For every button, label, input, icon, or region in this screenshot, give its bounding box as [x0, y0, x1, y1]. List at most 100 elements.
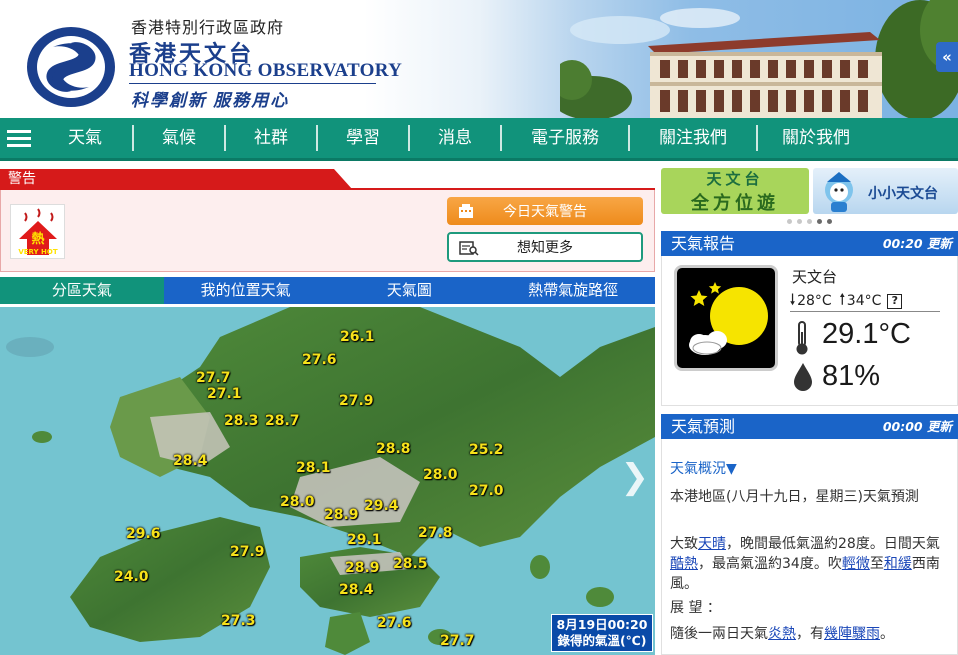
title-divider	[129, 83, 376, 84]
temp-reading[interactable]: 25.2	[469, 442, 504, 458]
temp-reading[interactable]: 24.0	[114, 569, 149, 585]
temp-reading[interactable]: 28.3	[224, 413, 259, 429]
outlook-text: 隨後一兩日天氣	[670, 626, 768, 642]
warning-tab-bg	[0, 169, 352, 189]
site-header: 香港特別行政區政府 香港天文台 HONG KONG OBSERVATORY 科學…	[0, 0, 958, 118]
nav-item-learning[interactable]: 學習	[318, 117, 408, 160]
weather-report-header[interactable]: 天氣報告 00:20 更新	[661, 231, 958, 256]
outlook-label: 展 望 ：	[670, 600, 721, 616]
hko-title-en[interactable]: HONG KONG OBSERVATORY	[129, 60, 402, 82]
weather-summary-toggle[interactable]: 天氣概況▼	[670, 458, 737, 478]
temp-reading[interactable]: 27.0	[469, 483, 504, 499]
chevron-right-icon[interactable]: ❯	[621, 457, 650, 497]
nav-item-climate[interactable]: 氣候	[134, 117, 224, 160]
outlook-text: 。	[880, 626, 894, 642]
nav-item-news[interactable]: 消息	[410, 117, 500, 160]
tab-regional-weather[interactable]: 分區天氣	[0, 277, 164, 304]
temp-reading[interactable]: 28.4	[173, 453, 208, 469]
temp-reading[interactable]: 27.7	[440, 633, 475, 649]
nav-item-about-us[interactable]: 關於我們	[758, 117, 874, 160]
temp-reading[interactable]: 28.8	[376, 441, 411, 457]
weather-report-updated: 00:20 更新	[882, 236, 952, 251]
carousel-dot-active[interactable]	[817, 219, 822, 224]
temp-reading[interactable]: 28.9	[324, 507, 359, 523]
forecast-details: 大致天晴，晚間最低氣溫約28度。日間天氣酷熱，最高氣溫約34度。吹輕微至和緩西南…	[670, 534, 950, 594]
carousel-dot-active[interactable]	[827, 219, 832, 224]
arrow-up-icon: 🠑	[839, 292, 845, 308]
temp-reading[interactable]: 29.6	[126, 526, 161, 542]
temp-reading[interactable]: 27.7	[196, 370, 231, 386]
report-divider	[790, 311, 940, 312]
very-hot-warning-icon[interactable]: 熱 VERY HOT	[10, 204, 65, 259]
promo-banner-hko-tour-text[interactable]: 天文台 全方位遊	[661, 168, 809, 214]
temp-reading[interactable]: 28.9	[345, 560, 380, 576]
clear-night-icon[interactable]	[674, 265, 778, 371]
forecast-text: ，晚間最低氣溫約28度。日間天氣	[726, 536, 940, 552]
promo1-line2: 全方位遊	[691, 192, 779, 214]
thermometer-icon	[796, 321, 808, 355]
carousel-dots[interactable]	[787, 219, 832, 224]
temp-reading[interactable]: 28.5	[393, 556, 428, 572]
temp-reading[interactable]: 29.1	[347, 532, 382, 548]
temp-reading[interactable]: 28.4	[339, 582, 374, 598]
tab-weather-chart[interactable]: 天氣圖	[328, 277, 492, 304]
glossary-link-moderate[interactable]: 和緩	[884, 556, 912, 572]
temp-reading[interactable]: 29.4	[364, 498, 399, 514]
regional-temperature-map[interactable]: 26.1 27.6 27.7 27.1 27.9 28.3 28.7 28.8 …	[0, 307, 655, 655]
temp-reading[interactable]: 27.3	[221, 613, 256, 629]
glossary-link-few-showers[interactable]: 幾陣驟雨	[824, 626, 880, 642]
arrow-down-icon: 🠓	[790, 292, 796, 308]
tab-tropical-cyclone-track[interactable]: 熱帶氣旋路徑	[491, 277, 655, 304]
temp-reading[interactable]: 27.8	[418, 525, 453, 541]
forecast-heading: 本港地區(八月十九日，星期三)天氣預測	[670, 489, 919, 505]
gov-line: 香港特別行政區政府	[131, 18, 285, 37]
very-hot-icon-glyph: 熱	[31, 231, 44, 247]
map-caption-time: 8月19日00:20	[556, 617, 648, 632]
carousel-dot[interactable]	[787, 219, 792, 224]
current-temperature: 29.1°C	[822, 318, 911, 350]
glossary-link-hot[interactable]: 炎熱	[768, 626, 796, 642]
carousel-dot[interactable]	[797, 219, 802, 224]
map-caption: 8月19日00:20 錄得的氣溫(℃)	[551, 614, 653, 652]
info-search-icon	[459, 241, 479, 256]
temp-reading[interactable]: 27.9	[230, 544, 265, 560]
glossary-link-fine[interactable]: 天晴	[698, 536, 726, 552]
weather-forecast-header[interactable]: 天氣預測 00:00 更新	[661, 414, 958, 439]
know-more-button[interactable]: 想知更多	[447, 232, 643, 262]
tab-my-location-weather[interactable]: 我的位置天氣	[164, 277, 328, 304]
min-max-temperature: 🠓 28°C 🠑 34°C ?	[790, 289, 903, 313]
temp-reading[interactable]: 28.1	[296, 460, 331, 476]
glossary-link-light[interactable]: 輕微	[842, 556, 870, 572]
temp-reading[interactable]: 27.6	[377, 615, 412, 631]
observatory-building-image	[560, 0, 958, 118]
promo1-line1: 天文台	[706, 169, 764, 188]
temp-reading[interactable]: 27.6	[302, 352, 337, 368]
today-warnings-button[interactable]: 今日天氣警告	[447, 197, 643, 225]
weather-forecast-updated: 00:00 更新	[882, 419, 952, 434]
collapse-panel-button[interactable]: «	[936, 42, 958, 72]
today-warnings-label: 今日天氣警告	[503, 204, 587, 220]
hko-logo-icon[interactable]	[25, 25, 117, 109]
help-question-icon[interactable]: ?	[887, 293, 903, 309]
min-temperature: 28°C	[797, 293, 832, 309]
promo2-label[interactable]: 小小天文台	[868, 183, 938, 203]
outlook-details: 隨後一兩日天氣炎熱，有幾陣驟雨。	[670, 624, 950, 644]
hamburger-menu-icon[interactable]	[0, 117, 38, 160]
temp-reading[interactable]: 28.7	[265, 413, 300, 429]
glossary-link-very-hot[interactable]: 酷熱	[670, 556, 698, 572]
temp-reading[interactable]: 26.1	[340, 329, 375, 345]
nav-item-community[interactable]: 社群	[226, 117, 316, 160]
temp-reading[interactable]: 27.9	[339, 393, 374, 409]
temp-reading[interactable]: 28.0	[280, 494, 315, 510]
nav-item-e-services[interactable]: 電子服務	[502, 117, 628, 160]
station-name: 天文台	[792, 268, 838, 286]
forecast-text: ，最高氣溫約34度。吹	[698, 556, 842, 572]
know-more-label: 想知更多	[517, 240, 573, 256]
nav-item-follow-us[interactable]: 關注我們	[630, 117, 756, 160]
temp-reading[interactable]: 27.1	[207, 386, 242, 402]
temp-reading[interactable]: 28.0	[423, 467, 458, 483]
map-tabs: 分區天氣 我的位置天氣 天氣圖 熱帶氣旋路徑	[0, 277, 655, 304]
humidity-drop-icon	[794, 363, 812, 391]
carousel-dot[interactable]	[807, 219, 812, 224]
nav-item-weather[interactable]: 天氣	[38, 117, 132, 160]
